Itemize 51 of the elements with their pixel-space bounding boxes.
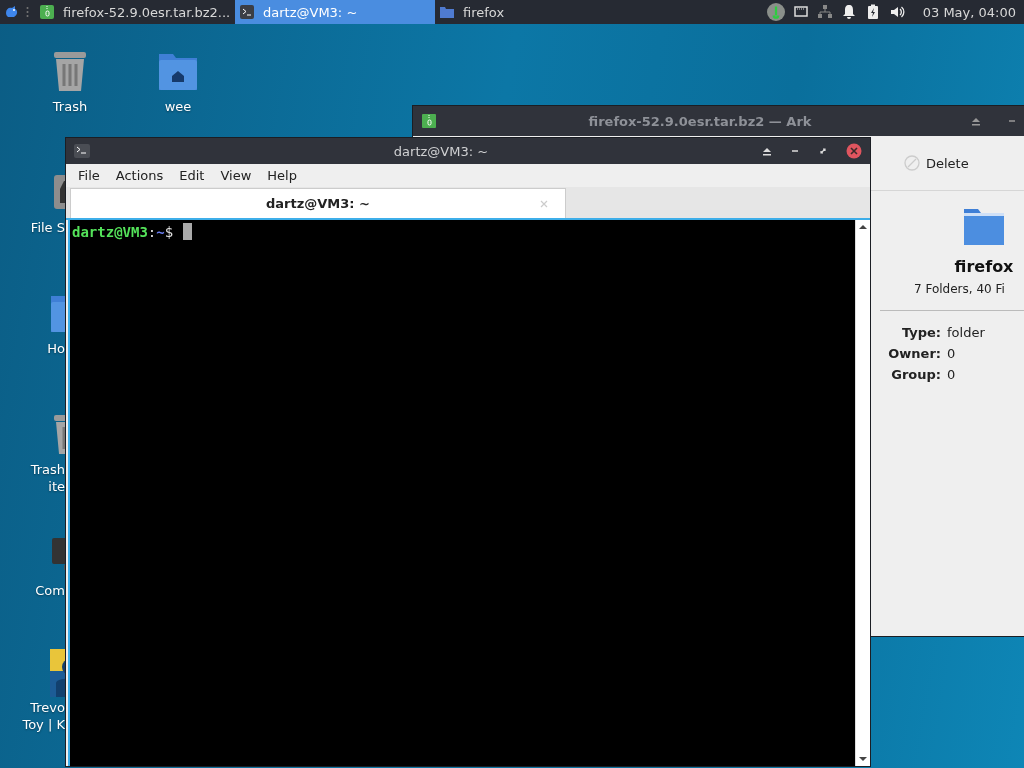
desktop-icon-label[interactable]: File S xyxy=(0,219,65,236)
desktop-icon-label[interactable]: ite xyxy=(0,478,65,495)
menu-item[interactable]: Actions xyxy=(107,168,172,183)
volume-icon[interactable] xyxy=(888,4,905,20)
scrollbar[interactable] xyxy=(855,220,870,766)
display-icon[interactable] xyxy=(792,4,809,20)
menu-item[interactable]: View xyxy=(212,168,260,183)
taskbar-button[interactable]: firefox-52.9.0esr.tar.bz2... xyxy=(35,0,235,24)
terminal-app-icon xyxy=(74,143,90,159)
terminal-tab[interactable]: dartz@VM3: ~ xyxy=(70,188,566,218)
delete-button[interactable]: Delete xyxy=(900,151,973,175)
property-value: folder xyxy=(947,325,986,340)
scroll-up-icon[interactable] xyxy=(858,223,868,231)
taskbar-button[interactable]: firefox xyxy=(435,0,635,24)
item-name: firefox xyxy=(954,257,1014,276)
desktop-icon-label[interactable]: Trash xyxy=(0,461,65,478)
clock[interactable]: 03 May, 04:00 xyxy=(922,4,1016,20)
shade-button-icon[interactable] xyxy=(762,146,772,156)
desktop-icon-label[interactable]: Toy | K xyxy=(0,716,65,733)
window-title: firefox-52.9.0esr.tar.bz2 — Ark xyxy=(587,113,813,129)
application-menu-icon[interactable] xyxy=(4,4,20,20)
menu-item[interactable]: File xyxy=(70,168,108,183)
network-icon[interactable] xyxy=(816,4,833,20)
restore-icon[interactable] xyxy=(818,146,828,156)
property-value: 0 xyxy=(947,367,957,382)
shade-button-icon[interactable] xyxy=(971,116,981,126)
desktop-icon-label[interactable]: Trevo xyxy=(0,699,65,716)
folder-icon xyxy=(964,207,1004,245)
close-icon[interactable] xyxy=(846,143,862,159)
item-summary: 7 Folders, 40 Fi xyxy=(914,282,1006,296)
property-label: Group: xyxy=(890,367,941,382)
terminal-icon[interactable] xyxy=(239,4,255,20)
grip-icon xyxy=(26,6,29,18)
archive-icon[interactable] xyxy=(39,4,55,20)
window-title: dartz@VM3: ~ xyxy=(392,143,490,159)
menu-item[interactable]: Help xyxy=(259,168,305,183)
property-label: Owner: xyxy=(887,346,941,361)
folder-icon[interactable] xyxy=(439,4,455,20)
archive-app-icon xyxy=(421,113,437,129)
menu-item[interactable]: Edit xyxy=(171,168,213,183)
desktop-icon-label[interactable]: Ho xyxy=(0,340,65,357)
property-label: Type: xyxy=(900,325,941,340)
desktop-icon-label[interactable]: Com xyxy=(0,582,65,599)
terminal-prompt: dartz@VM3:~$ xyxy=(72,223,174,240)
property-value: 0 xyxy=(947,346,957,361)
scroll-down-icon[interactable] xyxy=(858,755,868,763)
app-status-icon[interactable] xyxy=(766,3,785,21)
text-cursor xyxy=(183,223,193,240)
desktop-icon-label[interactable]: wee xyxy=(164,98,192,115)
tab-label[interactable]: dartz@VM3: ~ xyxy=(266,196,370,211)
desktop-icon-label[interactable]: Trash xyxy=(52,98,88,115)
